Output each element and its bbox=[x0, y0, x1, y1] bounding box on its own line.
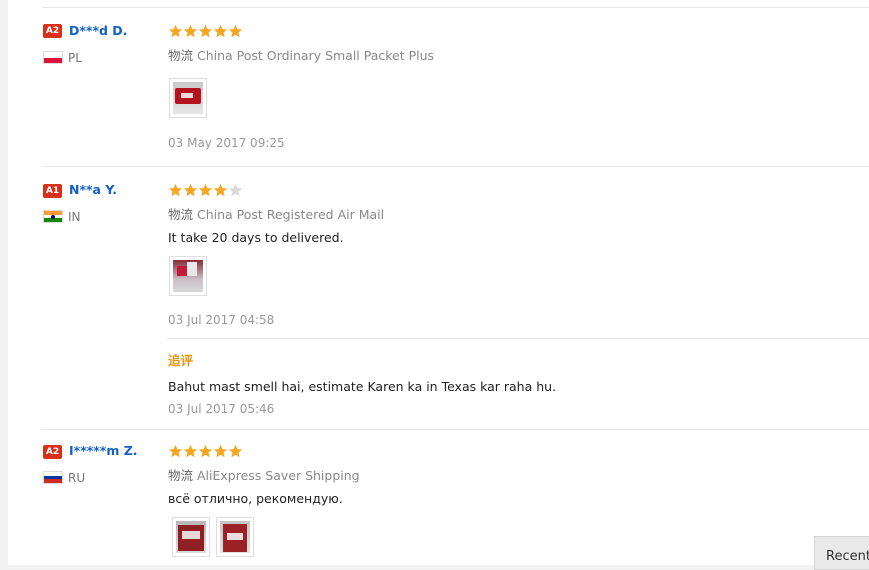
star-rating bbox=[168, 182, 243, 198]
star-filled-icon bbox=[198, 444, 213, 458]
buyer-country: IN bbox=[68, 210, 81, 224]
star-filled-icon bbox=[198, 183, 213, 197]
feedback-panel: A2 D***d D. PL 物流 China Post Ordinary Sm… bbox=[8, 0, 869, 565]
buyer-country: PL bbox=[68, 51, 82, 65]
in-flag-icon bbox=[43, 210, 63, 223]
buyer-level-badge: A2 bbox=[43, 445, 62, 459]
additional-feedback-date: 03 Jul 2017 05:46 bbox=[168, 402, 275, 416]
star-filled-icon bbox=[168, 183, 183, 197]
review-photo-thumbnail[interactable] bbox=[216, 517, 254, 557]
star-filled-icon bbox=[213, 444, 228, 458]
review-text: It take 20 days to delivered. bbox=[168, 230, 344, 245]
star-filled-icon bbox=[183, 24, 198, 38]
shipping-method-name: China Post Ordinary Small Packet Plus bbox=[197, 48, 435, 63]
additional-feedback-label: 追评 bbox=[168, 353, 194, 368]
star-filled-icon bbox=[168, 444, 183, 458]
buyer-name[interactable]: I*****m Z. bbox=[69, 443, 138, 458]
star-rating bbox=[168, 443, 243, 459]
review-photo-thumbnail[interactable] bbox=[169, 78, 207, 118]
shipping-method: 物流 AliExpress Saver Shipping bbox=[168, 465, 360, 484]
star-filled-icon bbox=[213, 183, 228, 197]
star-filled-icon bbox=[198, 24, 213, 38]
review-photo-thumbnail[interactable] bbox=[169, 256, 207, 296]
shipping-method: 物流 China Post Ordinary Small Packet Plus bbox=[168, 45, 434, 64]
shipping-method: 物流 China Post Registered Air Mail bbox=[168, 204, 384, 223]
shipping-label: 物流 bbox=[168, 468, 194, 483]
star-filled-icon bbox=[183, 183, 198, 197]
star-filled-icon bbox=[228, 444, 243, 458]
divider bbox=[167, 338, 869, 339]
review-date: 03 Jul 2017 04:58 bbox=[168, 313, 275, 327]
shipping-label: 物流 bbox=[168, 48, 194, 63]
review-date: 03 May 2017 09:25 bbox=[168, 136, 285, 150]
buyer-level-badge: A2 bbox=[43, 24, 62, 38]
star-filled-icon bbox=[228, 24, 243, 38]
buyer-level-badge: A1 bbox=[43, 184, 62, 198]
shipping-label: 物流 bbox=[168, 207, 194, 222]
ru-flag-icon bbox=[43, 471, 63, 484]
star-empty-icon bbox=[228, 183, 243, 197]
star-rating bbox=[168, 23, 243, 39]
buyer-name[interactable]: N**a Y. bbox=[69, 182, 117, 197]
review-text: всё отлично, рекомендую. bbox=[168, 491, 343, 506]
review-photo-thumbnail[interactable] bbox=[172, 517, 210, 557]
buyer-country: RU bbox=[68, 471, 86, 485]
divider bbox=[42, 429, 869, 430]
additional-feedback-text: Bahut mast smell hai, estimate Karen ka … bbox=[168, 379, 557, 394]
buyer-name[interactable]: D***d D. bbox=[69, 23, 127, 38]
star-filled-icon bbox=[183, 444, 198, 458]
star-filled-icon bbox=[213, 24, 228, 38]
divider bbox=[42, 166, 869, 167]
shipping-method-name: AliExpress Saver Shipping bbox=[197, 468, 360, 483]
star-filled-icon bbox=[168, 24, 183, 38]
shipping-method-name: China Post Registered Air Mail bbox=[197, 207, 385, 222]
divider bbox=[42, 7, 869, 8]
pl-flag-icon bbox=[43, 51, 63, 64]
